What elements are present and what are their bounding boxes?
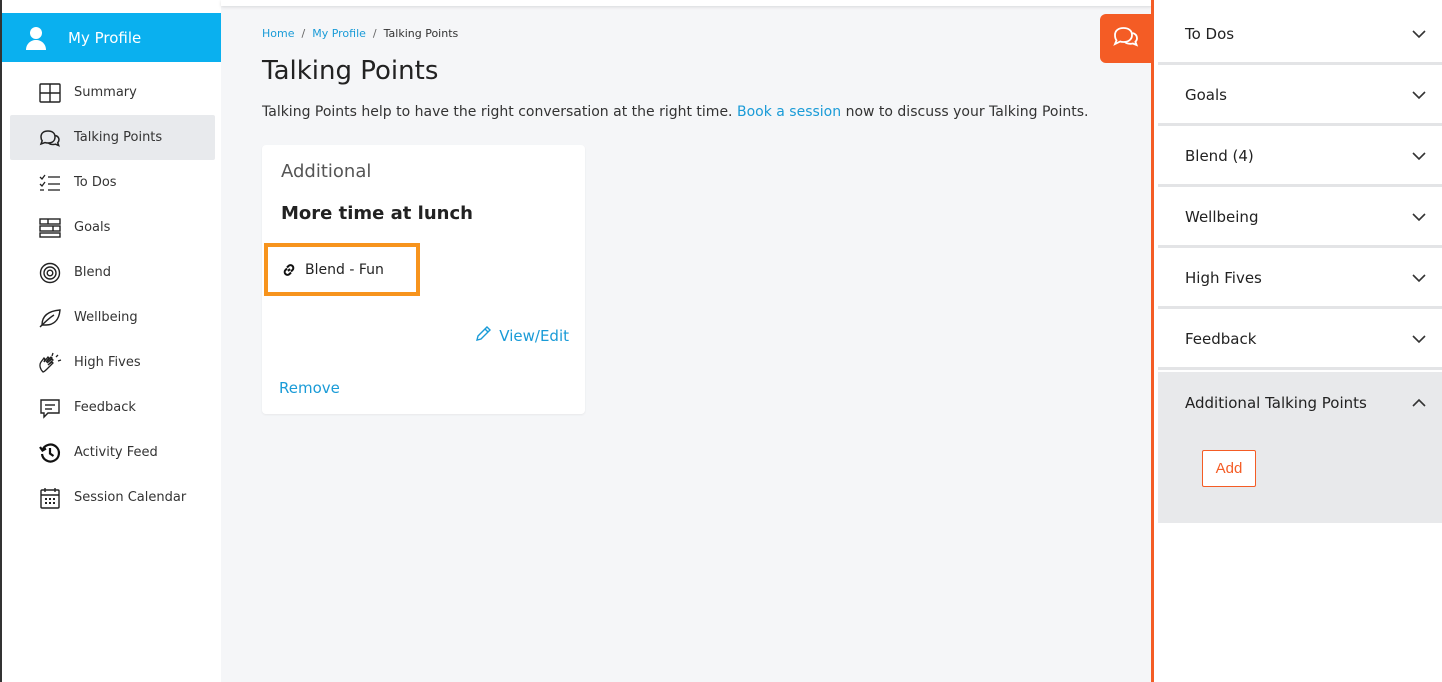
- my-profile-label: My Profile: [68, 28, 142, 47]
- sidebar: My Profile Summary Talking Points To Dos…: [0, 0, 223, 682]
- sidebar-item-label: Goals: [74, 220, 111, 235]
- sidebar-item-talking-points[interactable]: Talking Points: [10, 115, 215, 160]
- chevron-down-icon: [1411, 209, 1427, 225]
- accordion-label: Additional Talking Points: [1185, 394, 1367, 412]
- sidebar-item-summary[interactable]: Summary: [2, 70, 223, 115]
- chevron-down-icon: [1411, 87, 1427, 103]
- accordion-wellbeing[interactable]: Wellbeing: [1158, 189, 1442, 248]
- accordion-goals[interactable]: Goals: [1158, 67, 1442, 126]
- intro-text-before: Talking Points help to have the right co…: [262, 104, 733, 120]
- accordion-label: Wellbeing: [1185, 208, 1259, 226]
- view-edit-link[interactable]: View/Edit: [475, 325, 569, 346]
- speech-bubbles-icon: [1112, 25, 1140, 53]
- accordion-to-dos[interactable]: To Dos: [1158, 6, 1442, 65]
- chevron-down-icon: [1411, 26, 1427, 42]
- breadcrumb-home[interactable]: Home: [262, 27, 294, 40]
- right-panel: To Dos Goals Blend (4) Wellbeing High Fi…: [1151, 0, 1442, 682]
- sidebar-nav: Summary Talking Points To Dos Goals Blen…: [2, 70, 223, 520]
- my-profile-header[interactable]: My Profile: [2, 13, 223, 62]
- user-icon: [24, 26, 48, 50]
- history-icon: [38, 441, 62, 465]
- sidebar-item-label: Talking Points: [74, 130, 163, 145]
- breadcrumb-my-profile[interactable]: My Profile: [312, 27, 366, 40]
- speech-bubbles-icon: [38, 126, 62, 150]
- add-button[interactable]: Add: [1202, 450, 1256, 487]
- sidebar-item-label: Blend: [74, 265, 112, 280]
- additional-talking-points-body: Add: [1158, 432, 1442, 523]
- book-session-link[interactable]: Book a session: [737, 104, 841, 120]
- pencil-icon: [475, 325, 492, 346]
- intro-text: Talking Points help to have the right co…: [262, 104, 1088, 120]
- sidebar-item-label: Activity Feed: [74, 445, 158, 460]
- chevron-up-icon: [1411, 395, 1427, 411]
- breadcrumb-current: Talking Points: [383, 27, 459, 40]
- accordion-label: High Fives: [1185, 269, 1262, 287]
- chevron-down-icon: [1411, 148, 1427, 164]
- card-title: More time at lunch: [281, 203, 473, 224]
- target-icon: [38, 261, 62, 285]
- sidebar-item-label: Wellbeing: [74, 310, 138, 325]
- chevron-down-icon: [1411, 270, 1427, 286]
- sidebar-item-label: Feedback: [74, 400, 136, 415]
- accordion-high-fives[interactable]: High Fives: [1158, 250, 1442, 309]
- card-category: Additional: [281, 161, 372, 182]
- remove-link[interactable]: Remove: [279, 379, 340, 397]
- link-icon: [281, 261, 299, 279]
- accordion-label: Blend (4): [1185, 147, 1254, 165]
- sidebar-item-goals[interactable]: Goals: [2, 205, 223, 250]
- accordion-label: Goals: [1185, 86, 1227, 104]
- accordion-label: Feedback: [1185, 330, 1257, 348]
- grid-icon: [38, 81, 62, 105]
- page-title: Talking Points: [262, 56, 439, 86]
- sidebar-item-label: Session Calendar: [74, 490, 187, 505]
- breadcrumb-separator: /: [372, 27, 377, 40]
- sidebar-item-wellbeing[interactable]: Wellbeing: [2, 295, 223, 340]
- sidebar-item-feedback[interactable]: Feedback: [2, 385, 223, 430]
- chat-tab-button[interactable]: [1100, 14, 1152, 63]
- sidebar-item-label: Summary: [74, 85, 137, 100]
- stacked-bars-icon: [38, 216, 62, 240]
- linked-item-label: Blend - Fun: [305, 261, 384, 278]
- accordion-label: To Dos: [1185, 25, 1235, 43]
- sidebar-item-label: To Dos: [74, 175, 117, 190]
- leaf-icon: [38, 306, 62, 330]
- checklist-icon: [38, 171, 62, 195]
- breadcrumb-separator: /: [301, 27, 306, 40]
- accordion-additional-talking-points[interactable]: Additional Talking Points: [1158, 372, 1442, 434]
- accordion-feedback[interactable]: Feedback: [1158, 311, 1442, 370]
- sidebar-item-to-dos[interactable]: To Dos: [2, 160, 223, 205]
- calendar-icon: [38, 486, 62, 510]
- sidebar-item-session-calendar[interactable]: Session Calendar: [2, 475, 223, 520]
- sidebar-item-label: High Fives: [74, 355, 141, 370]
- view-edit-label: View/Edit: [499, 326, 569, 345]
- accordion-blend[interactable]: Blend (4): [1158, 128, 1442, 187]
- sidebar-item-blend[interactable]: Blend: [2, 250, 223, 295]
- talking-point-card: Additional More time at lunch Blend - Fu…: [262, 145, 585, 414]
- clapping-hands-icon: [38, 351, 62, 375]
- chevron-down-icon: [1411, 331, 1427, 347]
- sidebar-item-activity-feed[interactable]: Activity Feed: [2, 430, 223, 475]
- main-content: Home / My Profile / Talking Points Talki…: [221, 0, 1152, 682]
- linked-item-chip[interactable]: Blend - Fun: [264, 243, 420, 296]
- message-icon: [38, 396, 62, 420]
- top-bar: [221, 0, 1152, 6]
- breadcrumb: Home / My Profile / Talking Points: [262, 27, 458, 40]
- intro-text-after: now to discuss your Talking Points.: [845, 104, 1089, 120]
- sidebar-item-high-fives[interactable]: High Fives: [2, 340, 223, 385]
